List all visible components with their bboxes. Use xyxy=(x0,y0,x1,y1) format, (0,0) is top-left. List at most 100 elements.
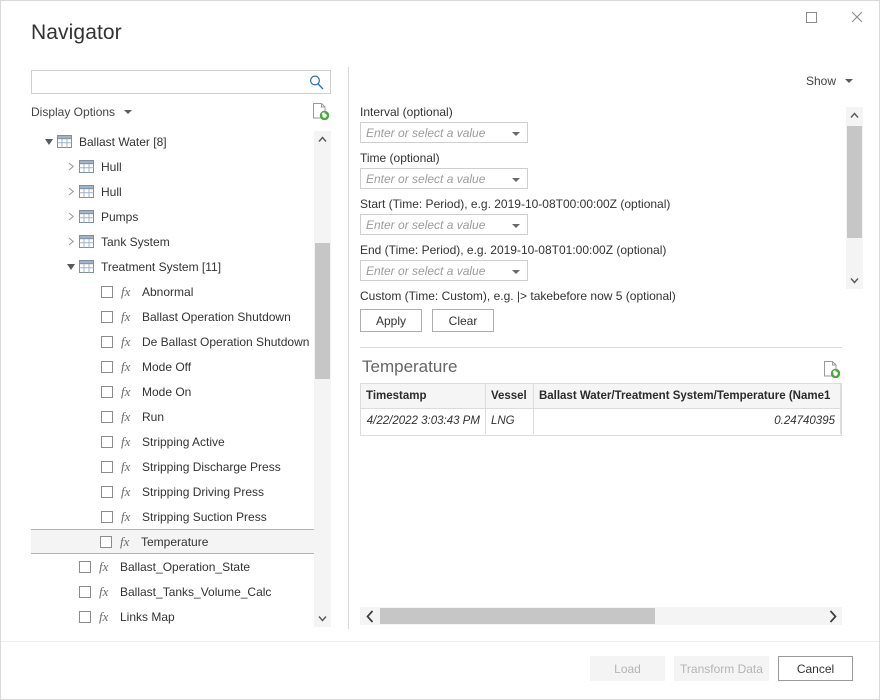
tree-item-label: Tank System xyxy=(101,235,170,249)
function-icon: fx xyxy=(121,384,134,400)
tree-item[interactable]: Ballast Water [8] xyxy=(31,129,331,154)
table-column-header[interactable]: Ballast Water/Treatment System/Temperatu… xyxy=(533,384,840,408)
tree-item[interactable]: fxStripping Active xyxy=(31,429,331,454)
parameter-label: Start (Time: Period), e.g. 2019-10-08T00… xyxy=(360,197,830,211)
display-options-dropdown[interactable]: Display Options xyxy=(31,105,132,119)
scroll-right-button[interactable] xyxy=(822,607,842,625)
parameter-label: End (Time: Period), e.g. 2019-10-08T01:0… xyxy=(360,243,830,257)
scroll-left-button[interactable] xyxy=(360,607,380,625)
function-icon: fx xyxy=(121,284,134,300)
tree-item-label: Stripping Discharge Press xyxy=(142,460,281,474)
parameter-input[interactable] xyxy=(361,123,501,142)
clear-button[interactable]: Clear xyxy=(432,309,494,332)
parameter-combobox[interactable] xyxy=(360,168,528,189)
tree-item[interactable]: Hull xyxy=(31,179,331,204)
refresh-preview-icon[interactable] xyxy=(823,360,840,381)
search-box[interactable] xyxy=(31,70,331,94)
tree-item-checkbox[interactable] xyxy=(79,586,91,598)
tree-scrollbar[interactable] xyxy=(314,131,331,627)
tree-item-checkbox[interactable] xyxy=(79,611,91,623)
chevron-down-icon[interactable] xyxy=(512,178,520,182)
parameters-scrollbar-thumb[interactable] xyxy=(847,126,862,238)
tree-item[interactable]: fxBallast_Tanks_Volume_Calc xyxy=(31,579,331,604)
tree-item-checkbox[interactable] xyxy=(101,511,113,523)
tree-item[interactable]: fxMode Off xyxy=(31,354,331,379)
close-button[interactable] xyxy=(834,1,879,33)
tree-item[interactable]: fxBallast_Operation_State xyxy=(31,554,331,579)
tree-item[interactable]: fxRun xyxy=(31,404,331,429)
parameters-scroll-up-button[interactable] xyxy=(846,107,863,124)
tree-item-checkbox[interactable] xyxy=(101,311,113,323)
table-row[interactable]: 4/22/2022 3:03:43 PMLNG0.24740395 xyxy=(361,408,841,434)
tree-item-checkbox[interactable] xyxy=(101,361,113,373)
tree-item[interactable]: Tank System xyxy=(31,229,331,254)
pane-splitter[interactable] xyxy=(348,67,349,629)
tree-scroll-up-button[interactable] xyxy=(314,131,331,148)
tree-item[interactable]: fxLinks Map xyxy=(31,604,331,629)
tree-expander-collapsed[interactable] xyxy=(63,187,79,196)
tree-item-checkbox[interactable] xyxy=(101,461,113,473)
tree-item[interactable]: Pumps xyxy=(31,204,331,229)
tree-item-checkbox[interactable] xyxy=(101,336,113,348)
tree-item-checkbox[interactable] xyxy=(101,411,113,423)
parameter-combobox[interactable] xyxy=(360,122,528,143)
horizontal-scrollbar-thumb[interactable] xyxy=(380,608,655,624)
triangle-right-icon xyxy=(67,162,75,171)
parameter-input[interactable] xyxy=(361,261,501,280)
tree-item[interactable]: fx Abnormal xyxy=(31,279,331,304)
chevron-down-icon[interactable] xyxy=(512,224,520,228)
tree-item-label: Links Map xyxy=(120,610,175,624)
tree-item-label: Hull xyxy=(101,185,122,199)
tree-item[interactable]: fxStripping Suction Press xyxy=(31,504,331,529)
tree-item-checkbox[interactable] xyxy=(79,561,91,573)
table-column-header[interactable]: Timestamp xyxy=(361,384,485,408)
table-column-header[interactable]: Vessel xyxy=(485,384,533,408)
tree-item-label: Abnormal xyxy=(142,285,193,299)
tree-scroll-down-button[interactable] xyxy=(314,610,331,627)
parameter-combobox[interactable] xyxy=(360,260,528,281)
parameter-input[interactable] xyxy=(361,215,501,234)
tree-item[interactable]: fxTemperature xyxy=(31,529,315,554)
search-input[interactable] xyxy=(32,71,300,93)
parameter-input[interactable] xyxy=(361,169,501,188)
parameter-combobox[interactable] xyxy=(360,214,528,235)
function-icon: fx xyxy=(121,359,134,375)
tree-expander-collapsed[interactable] xyxy=(63,212,79,221)
tree-expander-expanded[interactable] xyxy=(41,139,57,145)
tree-item[interactable]: fxStripping Discharge Press xyxy=(31,454,331,479)
tree-scrollbar-thumb[interactable] xyxy=(315,243,330,379)
tree-expander-collapsed[interactable] xyxy=(63,237,79,246)
tree-item[interactable]: fxStripping Driving Press xyxy=(31,479,331,504)
chevron-down-icon[interactable] xyxy=(512,270,520,274)
parameters-scrollbar[interactable] xyxy=(846,107,863,289)
tree-expander-expanded[interactable] xyxy=(63,264,79,270)
chevron-down-icon xyxy=(845,79,853,83)
apply-button[interactable]: Apply xyxy=(360,309,422,332)
tree-item-label: Stripping Suction Press xyxy=(142,510,267,524)
tree-item-label: Hull xyxy=(101,160,122,174)
tree-item[interactable]: fxBallast Operation Shutdown xyxy=(31,304,331,329)
parameters-scroll-down-button[interactable] xyxy=(846,272,863,289)
load-button[interactable]: Load xyxy=(590,656,665,681)
tree-item[interactable]: fxDe Ballast Operation Shutdown xyxy=(31,329,331,354)
maximize-button[interactable] xyxy=(789,1,834,33)
horizontal-scroll-track[interactable] xyxy=(380,607,822,625)
tree-item-checkbox[interactable] xyxy=(101,486,113,498)
tree-item-checkbox[interactable] xyxy=(101,436,113,448)
refresh-preview-icon[interactable] xyxy=(312,102,329,123)
tree-expander-collapsed[interactable] xyxy=(63,162,79,171)
tree-item-checkbox[interactable] xyxy=(100,536,112,548)
tree-item[interactable]: Treatment System [11] xyxy=(31,254,331,279)
preview-table-wrapper[interactable]: TimestampVesselBallast Water/Treatment S… xyxy=(360,383,842,436)
preview-horizontal-scrollbar[interactable] xyxy=(360,607,842,625)
tree-item[interactable]: fxMode On xyxy=(31,379,331,404)
transform-data-button[interactable]: Transform Data xyxy=(674,656,769,681)
tree-item-label: De Ballast Operation Shutdown xyxy=(142,335,309,349)
search-icon[interactable] xyxy=(308,74,325,94)
tree-item[interactable]: Hull xyxy=(31,154,331,179)
source-tree[interactable]: Ballast Water [8] Hull Hull Pumps Tank Syste… xyxy=(31,129,331,629)
tree-item-checkbox[interactable] xyxy=(101,386,113,398)
cancel-button[interactable]: Cancel xyxy=(778,656,853,681)
chevron-down-icon[interactable] xyxy=(512,132,520,136)
tree-item-checkbox[interactable] xyxy=(101,286,113,298)
